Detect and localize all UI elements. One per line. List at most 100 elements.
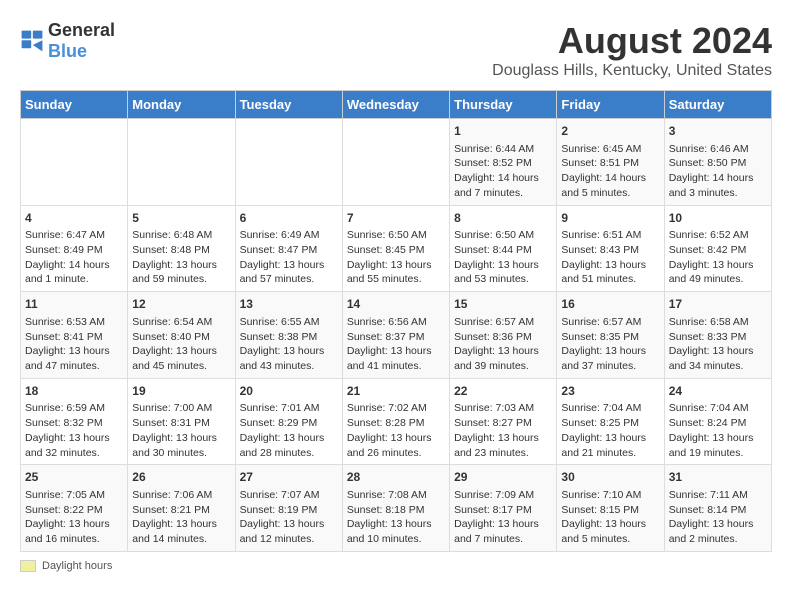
day-number: 24 — [669, 383, 767, 400]
calendar-cell: 12 Sunrise: 6:54 AM Sunset: 8:40 PM Dayli… — [128, 292, 235, 379]
calendar-cell — [342, 119, 449, 206]
day-info: Sunrise: 6:54 AM Sunset: 8:40 PM Dayligh… — [132, 316, 217, 372]
day-number: 19 — [132, 383, 230, 400]
legend-box — [20, 560, 36, 572]
logo-blue: Blue — [48, 41, 87, 61]
day-info: Sunrise: 6:51 AM Sunset: 8:43 PM Dayligh… — [561, 229, 646, 285]
calendar-week-5: 25 Sunrise: 7:05 AM Sunset: 8:22 PM Dayli… — [21, 465, 772, 552]
day-info: Sunrise: 6:57 AM Sunset: 8:36 PM Dayligh… — [454, 316, 539, 372]
day-info: Sunrise: 7:03 AM Sunset: 8:27 PM Dayligh… — [454, 402, 539, 458]
day-number: 10 — [669, 210, 767, 227]
calendar-week-2: 4 Sunrise: 6:47 AM Sunset: 8:49 PM Daylig… — [21, 205, 772, 292]
day-number: 6 — [240, 210, 338, 227]
day-number: 9 — [561, 210, 659, 227]
day-number: 22 — [454, 383, 552, 400]
day-info: Sunrise: 7:07 AM Sunset: 8:19 PM Dayligh… — [240, 489, 325, 545]
day-info: Sunrise: 7:05 AM Sunset: 8:22 PM Dayligh… — [25, 489, 110, 545]
calendar-cell: 9 Sunrise: 6:51 AM Sunset: 8:43 PM Daylig… — [557, 205, 664, 292]
calendar-cell: 8 Sunrise: 6:50 AM Sunset: 8:44 PM Daylig… — [450, 205, 557, 292]
day-info: Sunrise: 6:59 AM Sunset: 8:32 PM Dayligh… — [25, 402, 110, 458]
page-header: General Blue August 2024 Douglass Hills,… — [20, 20, 772, 80]
day-number: 26 — [132, 469, 230, 486]
calendar-cell: 29Sunrise: 7:09 AM Sunset: 8:17 PM Dayli… — [450, 465, 557, 552]
day-number: 12 — [132, 296, 230, 313]
calendar-cell: 3 Sunrise: 6:46 AM Sunset: 8:50 PM Daylig… — [664, 119, 771, 206]
legend-label: Daylight hours — [42, 560, 112, 572]
calendar-cell: 11Sunrise: 6:53 AM Sunset: 8:41 PM Dayli… — [21, 292, 128, 379]
title-area: August 2024 Douglass Hills, Kentucky, Un… — [492, 20, 772, 80]
calendar-cell: 25 Sunrise: 7:05 AM Sunset: 8:22 PM Dayli… — [21, 465, 128, 552]
day-info: Sunrise: 7:10 AM Sunset: 8:15 PM Dayligh… — [561, 489, 646, 545]
calendar-dow-wednesday: Wednesday — [342, 91, 449, 119]
day-info: Sunrise: 6:50 AM Sunset: 8:45 PM Dayligh… — [347, 229, 432, 285]
day-info: Sunrise: 7:00 AM Sunset: 8:31 PM Dayligh… — [132, 402, 217, 458]
day-number: 18 — [25, 383, 123, 400]
day-info: Sunrise: 7:11 AM Sunset: 8:14 PM Dayligh… — [669, 489, 754, 545]
day-number: 31 — [669, 469, 767, 486]
day-info: Sunrise: 6:44 AM Sunset: 8:52 PM Dayligh… — [454, 143, 539, 199]
calendar-cell: 27 Sunrise: 7:07 AM Sunset: 8:19 PM Dayli… — [235, 465, 342, 552]
day-number: 8 — [454, 210, 552, 227]
calendar-cell: 18 Sunrise: 6:59 AM Sunset: 8:32 PM Dayli… — [21, 378, 128, 465]
day-number: 25 — [25, 469, 123, 486]
calendar-week-1: 1Sunrise: 6:44 AM Sunset: 8:52 PM Daylig… — [21, 119, 772, 206]
day-number: 27 — [240, 469, 338, 486]
day-info: Sunrise: 6:52 AM Sunset: 8:42 PM Dayligh… — [669, 229, 754, 285]
subtitle: Douglass Hills, Kentucky, United States — [492, 62, 772, 80]
calendar-cell: 16 Sunrise: 6:57 AM Sunset: 8:35 PM Dayli… — [557, 292, 664, 379]
day-info: Sunrise: 7:04 AM Sunset: 8:25 PM Dayligh… — [561, 402, 646, 458]
calendar-dow-monday: Monday — [128, 91, 235, 119]
day-info: Sunrise: 6:46 AM Sunset: 8:50 PM Dayligh… — [669, 143, 754, 199]
main-title: August 2024 — [492, 20, 772, 62]
day-number: 20 — [240, 383, 338, 400]
day-number: 2 — [561, 123, 659, 140]
day-info: Sunrise: 6:50 AM Sunset: 8:44 PM Dayligh… — [454, 229, 539, 285]
day-number: 29 — [454, 469, 552, 486]
calendar-table: SundayMondayTuesdayWednesdayThursdayFrid… — [20, 90, 772, 552]
logo-icon — [20, 29, 44, 53]
day-number: 7 — [347, 210, 445, 227]
calendar-dow-tuesday: Tuesday — [235, 91, 342, 119]
calendar-cell: 28Sunrise: 7:08 AM Sunset: 8:18 PM Dayli… — [342, 465, 449, 552]
day-number: 13 — [240, 296, 338, 313]
calendar-cell: 4 Sunrise: 6:47 AM Sunset: 8:49 PM Daylig… — [21, 205, 128, 292]
calendar-cell: 15 Sunrise: 6:57 AM Sunset: 8:36 PM Dayli… — [450, 292, 557, 379]
day-number: 21 — [347, 383, 445, 400]
day-info: Sunrise: 7:01 AM Sunset: 8:29 PM Dayligh… — [240, 402, 325, 458]
calendar-cell: 13 Sunrise: 6:55 AM Sunset: 8:38 PM Dayli… — [235, 292, 342, 379]
day-number: 3 — [669, 123, 767, 140]
calendar-cell: 22 Sunrise: 7:03 AM Sunset: 8:27 PM Dayli… — [450, 378, 557, 465]
calendar-cell: 21Sunrise: 7:02 AM Sunset: 8:28 PM Dayli… — [342, 378, 449, 465]
calendar-cell — [128, 119, 235, 206]
day-number: 14 — [347, 296, 445, 313]
day-info: Sunrise: 6:47 AM Sunset: 8:49 PM Dayligh… — [25, 229, 110, 285]
day-number: 16 — [561, 296, 659, 313]
calendar-cell: 14Sunrise: 6:56 AM Sunset: 8:37 PM Dayli… — [342, 292, 449, 379]
day-number: 5 — [132, 210, 230, 227]
calendar-cell: 2Sunrise: 6:45 AM Sunset: 8:51 PM Daylig… — [557, 119, 664, 206]
logo: General Blue — [20, 20, 115, 62]
calendar-dow-saturday: Saturday — [664, 91, 771, 119]
calendar-cell: 19 Sunrise: 7:00 AM Sunset: 8:31 PM Dayli… — [128, 378, 235, 465]
logo-general: General — [48, 20, 115, 40]
day-info: Sunrise: 6:55 AM Sunset: 8:38 PM Dayligh… — [240, 316, 325, 372]
day-info: Sunrise: 7:06 AM Sunset: 8:21 PM Dayligh… — [132, 489, 217, 545]
calendar-dow-thursday: Thursday — [450, 91, 557, 119]
calendar-week-3: 11Sunrise: 6:53 AM Sunset: 8:41 PM Dayli… — [21, 292, 772, 379]
calendar-header-row: SundayMondayTuesdayWednesdayThursdayFrid… — [21, 91, 772, 119]
day-info: Sunrise: 6:57 AM Sunset: 8:35 PM Dayligh… — [561, 316, 646, 372]
day-number: 28 — [347, 469, 445, 486]
day-info: Sunrise: 6:49 AM Sunset: 8:47 PM Dayligh… — [240, 229, 325, 285]
calendar-cell: 1Sunrise: 6:44 AM Sunset: 8:52 PM Daylig… — [450, 119, 557, 206]
calendar-cell: 10 Sunrise: 6:52 AM Sunset: 8:42 PM Dayli… — [664, 205, 771, 292]
day-info: Sunrise: 6:53 AM Sunset: 8:41 PM Dayligh… — [25, 316, 110, 372]
calendar-cell: 26 Sunrise: 7:06 AM Sunset: 8:21 PM Dayli… — [128, 465, 235, 552]
day-number: 4 — [25, 210, 123, 227]
calendar-dow-sunday: Sunday — [21, 91, 128, 119]
day-info: Sunrise: 7:04 AM Sunset: 8:24 PM Dayligh… — [669, 402, 754, 458]
calendar-cell: 30Sunrise: 7:10 AM Sunset: 8:15 PM Dayli… — [557, 465, 664, 552]
day-number: 15 — [454, 296, 552, 313]
calendar-cell: 5Sunrise: 6:48 AM Sunset: 8:48 PM Daylig… — [128, 205, 235, 292]
calendar-cell: 17Sunrise: 6:58 AM Sunset: 8:33 PM Dayli… — [664, 292, 771, 379]
day-info: Sunrise: 6:58 AM Sunset: 8:33 PM Dayligh… — [669, 316, 754, 372]
